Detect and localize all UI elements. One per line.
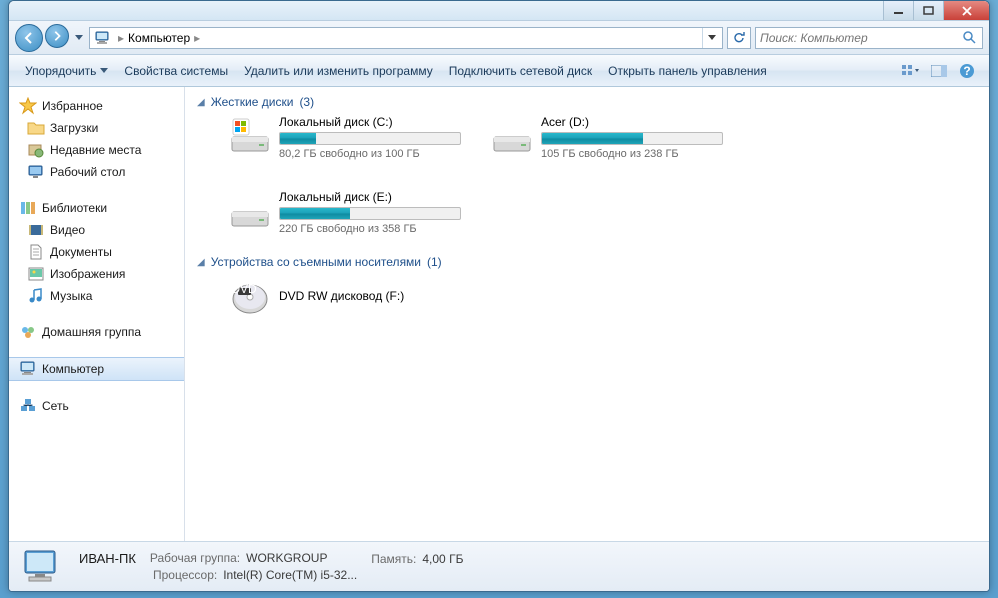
drive-name: Локальный диск (E:) (279, 190, 461, 204)
dvd-drive-icon: DVD (229, 275, 271, 317)
navigation-bar: ▸ Компьютер ▸ (9, 21, 989, 55)
sidebar-item-documents[interactable]: Документы (9, 241, 184, 263)
group-header-removable[interactable]: ◢Устройства со съемными носителями (1) (197, 255, 977, 269)
search-input[interactable] (760, 31, 962, 45)
group-header-hdd[interactable]: ◢Жесткие диски (3) (197, 95, 977, 109)
titlebar (9, 1, 989, 21)
system-properties-button[interactable]: Свойства системы (116, 60, 236, 82)
drive-name: Acer (D:) (541, 115, 723, 129)
capacity-bar (279, 132, 461, 145)
preview-pane-button[interactable] (925, 60, 953, 82)
computer-name: ИВАН-ПК (79, 551, 136, 566)
navigation-pane: Избранное Загрузки Недавние места Рабочи… (9, 87, 185, 541)
sidebar-item-music[interactable]: Музыка (9, 285, 184, 307)
content-pane: ◢Жесткие диски (3) Локальный диск (C:) 80… (185, 87, 989, 541)
search-box[interactable] (755, 27, 983, 49)
dvd-drive-label[interactable]: DVD RW дисковод (F:) (279, 289, 404, 303)
explorer-window: ▸ Компьютер ▸ Упорядочить Свойства систе… (8, 0, 990, 592)
sidebar-item-recent[interactable]: Недавние места (9, 139, 184, 161)
computer-large-icon (21, 547, 65, 587)
recent-icon (27, 141, 45, 159)
sidebar-libraries-header[interactable]: Библиотеки (9, 197, 184, 219)
open-control-panel-button[interactable]: Открыть панель управления (600, 60, 775, 82)
network-icon (19, 397, 37, 415)
drive-freespace: 220 ГБ свободно из 358 ГБ (279, 223, 461, 235)
forward-button[interactable] (45, 24, 69, 48)
sidebar-favorites-header[interactable]: Избранное (9, 95, 184, 117)
drive-item[interactable]: Acer (D:) 105 ГБ свободно из 238 ГБ (491, 115, 723, 160)
star-icon (19, 97, 37, 115)
collapse-icon: ◢ (197, 97, 205, 108)
drive-freespace: 105 ГБ свободно из 238 ГБ (541, 148, 723, 160)
sidebar-computer[interactable]: Компьютер (9, 357, 184, 381)
svg-text:DVD: DVD (231, 282, 257, 296)
folder-icon (27, 119, 45, 137)
svg-text:?: ? (963, 64, 970, 78)
close-button[interactable] (943, 1, 989, 20)
breadcrumb-arrow-icon: ▸ (114, 31, 128, 45)
breadcrumb-arrow-icon[interactable]: ▸ (190, 31, 204, 45)
pictures-icon (27, 265, 45, 283)
sidebar-item-downloads[interactable]: Загрузки (9, 117, 184, 139)
drive-freespace: 80,2 ГБ свободно из 100 ГБ (279, 148, 461, 160)
libraries-icon (19, 199, 37, 217)
music-icon (27, 287, 45, 305)
back-button[interactable] (15, 24, 43, 52)
capacity-bar (279, 207, 461, 220)
map-network-drive-button[interactable]: Подключить сетевой диск (441, 60, 600, 82)
address-dropdown[interactable] (702, 28, 720, 48)
hdd-icon (491, 115, 533, 157)
drive-item[interactable]: Локальный диск (C:) 80,2 ГБ свободно из 1… (229, 115, 461, 160)
uninstall-program-button[interactable]: Удалить или изменить программу (236, 60, 441, 82)
sidebar-item-pictures[interactable]: Изображения (9, 263, 184, 285)
computer-icon (19, 360, 37, 378)
address-bar[interactable]: ▸ Компьютер ▸ (89, 27, 723, 49)
sidebar-item-desktop[interactable]: Рабочий стол (9, 161, 184, 183)
hdd-icon (229, 115, 271, 157)
sidebar-item-videos[interactable]: Видео (9, 219, 184, 241)
hdd-icon (229, 190, 271, 232)
breadcrumb-location[interactable]: Компьютер (128, 31, 190, 45)
help-button[interactable]: ? (953, 60, 981, 82)
sidebar-homegroup[interactable]: Домашняя группа (9, 321, 184, 343)
video-icon (27, 221, 45, 239)
search-icon[interactable] (962, 30, 978, 46)
refresh-button[interactable] (727, 27, 751, 49)
organize-button[interactable]: Упорядочить (17, 60, 116, 82)
view-options-button[interactable] (897, 60, 925, 82)
details-pane: ИВАН-ПКРабочая группа: WORKGROUP Процесс… (9, 541, 989, 591)
drive-item[interactable]: Локальный диск (E:) 220 ГБ свободно из 35… (229, 190, 461, 235)
homegroup-icon (19, 323, 37, 341)
drive-name: Локальный диск (C:) (279, 115, 461, 129)
history-dropdown[interactable] (73, 24, 85, 52)
sidebar-network[interactable]: Сеть (9, 395, 184, 417)
maximize-button[interactable] (913, 1, 943, 20)
minimize-button[interactable] (883, 1, 913, 20)
chevron-down-icon (100, 68, 108, 74)
collapse-icon: ◢ (197, 257, 205, 268)
capacity-bar (541, 132, 723, 145)
command-bar: Упорядочить Свойства системы Удалить или… (9, 55, 989, 87)
documents-icon (27, 243, 45, 261)
desktop-icon (27, 163, 45, 181)
computer-icon (94, 30, 112, 46)
